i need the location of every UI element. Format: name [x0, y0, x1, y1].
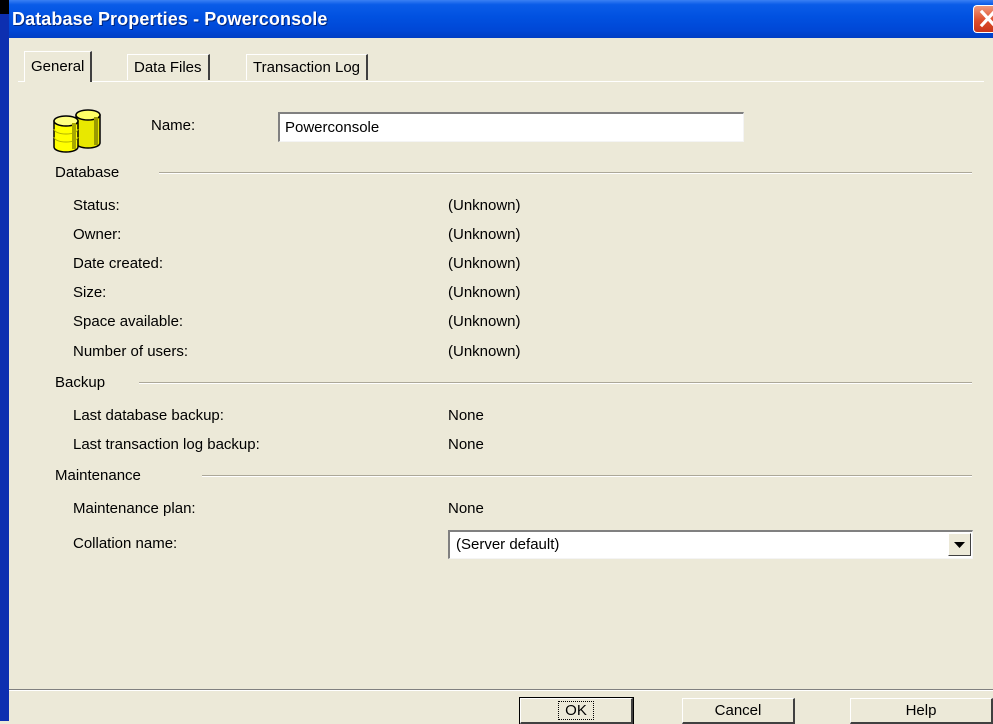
status-value: (Unknown)	[448, 197, 521, 214]
tab-transaction-log[interactable]: Transaction Log	[246, 54, 369, 80]
collation-select[interactable]: (Server default)	[448, 530, 973, 559]
cancel-button[interactable]: Cancel	[682, 698, 795, 724]
status-label: Status:	[73, 197, 120, 214]
database-icon	[53, 109, 101, 153]
help-button[interactable]: Help	[850, 698, 993, 724]
window-title: Database Properties - Powerconsole	[12, 9, 328, 29]
last-transaction-log-backup-value: None	[448, 436, 484, 453]
owner-value: (Unknown)	[448, 226, 521, 243]
tab-data-files[interactable]: Data Files	[127, 54, 210, 80]
maintenance-plan-label: Maintenance plan:	[73, 500, 196, 517]
owner-label: Owner:	[73, 226, 122, 243]
close-button[interactable]	[973, 5, 993, 33]
space-available-label: Space available:	[73, 313, 184, 330]
ok-button-label: OK	[558, 701, 594, 720]
database-section-heading: Database	[55, 164, 120, 181]
last-database-backup-label: Last database backup:	[73, 407, 224, 424]
chevron-down-icon	[954, 542, 965, 548]
date-created-label: Date created:	[73, 255, 164, 272]
size-label: Size:	[73, 284, 107, 301]
dialog-body: General Data Files Transaction Log Name:…	[9, 38, 993, 724]
collation-dropdown-button[interactable]	[948, 533, 971, 556]
cancel-button-label: Cancel	[714, 702, 762, 719]
size-value: (Unknown)	[448, 284, 521, 301]
maintenance-section-divider	[202, 475, 972, 477]
ok-button[interactable]: OK	[519, 697, 634, 724]
number-of-users-label: Number of users:	[73, 343, 189, 360]
button-bar-divider	[9, 689, 993, 691]
tab-general-label: General	[31, 58, 85, 75]
last-database-backup-value: None	[448, 407, 484, 424]
backup-section-heading: Backup	[55, 374, 106, 391]
space-available-value: (Unknown)	[448, 313, 521, 330]
date-created-value: (Unknown)	[448, 255, 521, 272]
tab-general[interactable]: General	[24, 51, 93, 82]
database-section-divider	[159, 172, 972, 174]
collation-selected-value: (Server default)	[456, 536, 560, 553]
title-bar[interactable]: Database Properties - Powerconsole	[9, 0, 993, 38]
backup-section-divider	[139, 382, 972, 384]
last-transaction-log-backup-label: Last transaction log backup:	[73, 436, 260, 453]
maintenance-plan-value: None	[448, 500, 484, 517]
maintenance-section-heading: Maintenance	[55, 467, 141, 484]
tab-data-files-label: Data Files	[134, 59, 202, 76]
close-icon	[979, 9, 993, 28]
tab-transaction-log-label: Transaction Log	[253, 59, 361, 76]
help-button-label: Help	[905, 702, 937, 719]
background-window-edge	[0, 0, 9, 721]
number-of-users-value: (Unknown)	[448, 343, 521, 360]
name-input[interactable]	[278, 112, 744, 142]
collation-name-label: Collation name:	[73, 535, 178, 552]
name-label: Name:	[151, 117, 196, 134]
